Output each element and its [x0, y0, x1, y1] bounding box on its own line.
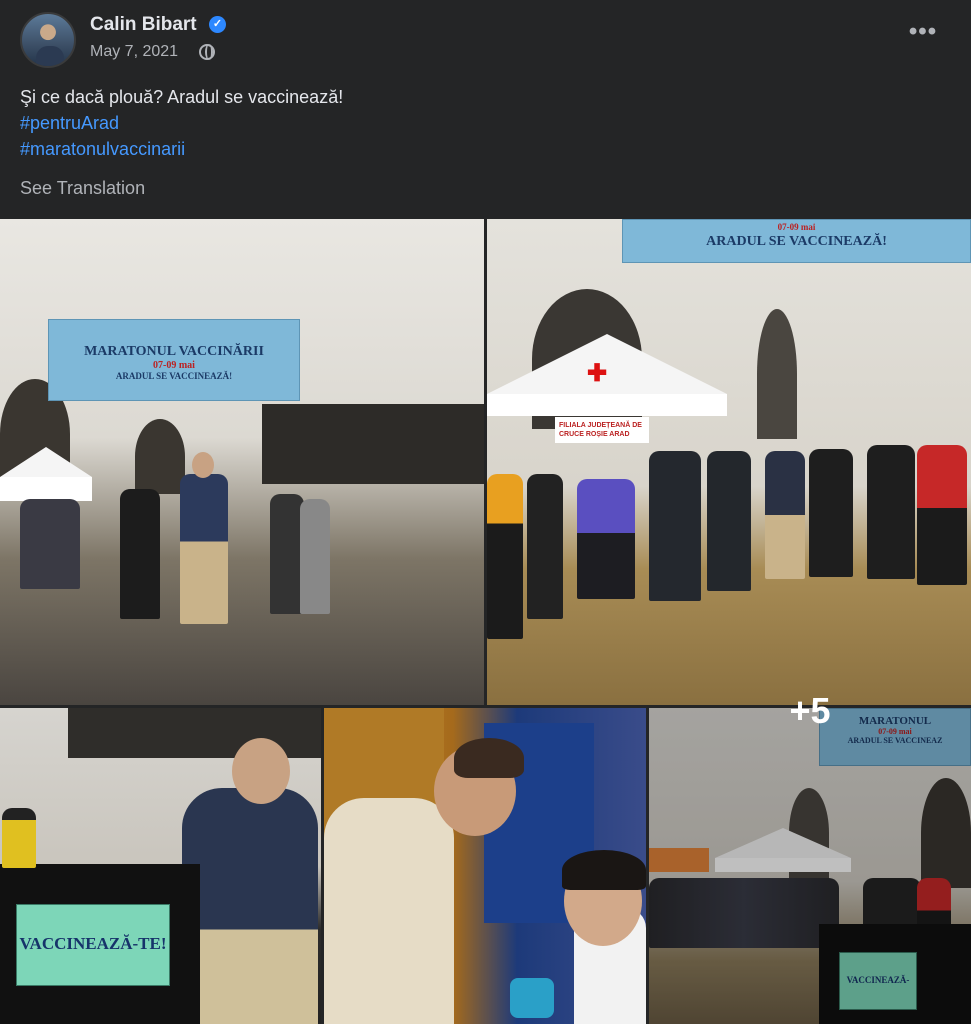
post-photo-3[interactable]: VACCINEAZĂ-TE!	[0, 708, 321, 1024]
author-avatar[interactable]	[20, 12, 76, 68]
person	[765, 451, 805, 579]
person-head	[232, 738, 290, 804]
vaccinate-sign: VACCINEAZĂ-TE!	[16, 904, 170, 986]
vaccination-banner: 07-09 mai ARADUL SE VACCINEAZĂ!	[622, 219, 971, 263]
person	[649, 451, 701, 601]
more-options-icon[interactable]: •••	[900, 20, 946, 56]
blood-pressure-cuff	[510, 978, 554, 1018]
post-header: Calin Bibart ✓ May 7, 2021 •••	[0, 0, 971, 78]
more-photos-overlay[interactable]: +5	[649, 690, 971, 1024]
banner-title: MARATONUL VACCINĂRII	[84, 344, 264, 359]
building-arch	[757, 309, 797, 439]
person	[867, 445, 915, 579]
building-arch	[135, 419, 185, 494]
person	[707, 451, 751, 591]
banner-subtitle: ARADUL SE VACCINEAZĂ!	[706, 234, 887, 249]
banner-subtitle: ARADUL SE VACCINEAZĂ!	[115, 371, 233, 381]
globe-icon[interactable]	[199, 44, 215, 60]
person	[182, 788, 318, 1024]
person	[270, 494, 304, 614]
hair	[562, 850, 646, 890]
person	[120, 489, 160, 619]
person	[300, 499, 330, 614]
person	[2, 808, 36, 868]
tent-roof	[0, 447, 92, 477]
person-head	[192, 452, 214, 478]
author-name[interactable]: Calin Bibart	[90, 14, 197, 36]
verified-badge-icon: ✓	[209, 16, 226, 33]
post-photo-2[interactable]: 07-09 mai ARADUL SE VACCINEAZĂ! ✚ FILIAL…	[487, 219, 971, 705]
more-photos-count: +5	[789, 690, 831, 731]
see-translation-link[interactable]: See Translation	[20, 178, 145, 199]
nurse	[324, 798, 454, 1024]
post-text: Şi ce dacă plouă? Aradul se vaccinează! …	[20, 84, 343, 162]
crowd	[20, 499, 80, 589]
hashtag-link[interactable]: #maratonulvaccinarii	[20, 136, 343, 162]
red-cross-icon: ✚	[587, 360, 608, 387]
red-cross-sign: FILIALA JUDEȚEANĂ DE CRUCE ROȘIE ARAD	[555, 417, 649, 443]
person	[809, 449, 853, 577]
person	[180, 474, 228, 624]
person	[527, 474, 563, 619]
person	[487, 474, 523, 639]
banner-date: 07-09 mai	[777, 222, 816, 232]
post-photo-4[interactable]	[324, 708, 646, 1024]
post-date[interactable]: May 7, 2021	[90, 43, 178, 61]
tent	[487, 394, 727, 416]
marathon-banner: MARATONUL VACCINĂRII 07-09 mai ARADUL SE…	[48, 319, 300, 401]
person	[577, 479, 635, 599]
person	[917, 445, 967, 585]
post-body: Şi ce dacă plouă? Aradul se vaccinează!	[20, 87, 344, 107]
banner-date: 07-09 mai	[153, 360, 195, 371]
stage-structure	[262, 404, 484, 484]
hair	[454, 738, 524, 778]
hashtag-link[interactable]: #pentruArad	[20, 110, 343, 136]
tent	[0, 477, 92, 501]
post-photo-1[interactable]: MARATONUL VACCINĂRII 07-09 mai ARADUL SE…	[0, 219, 484, 705]
